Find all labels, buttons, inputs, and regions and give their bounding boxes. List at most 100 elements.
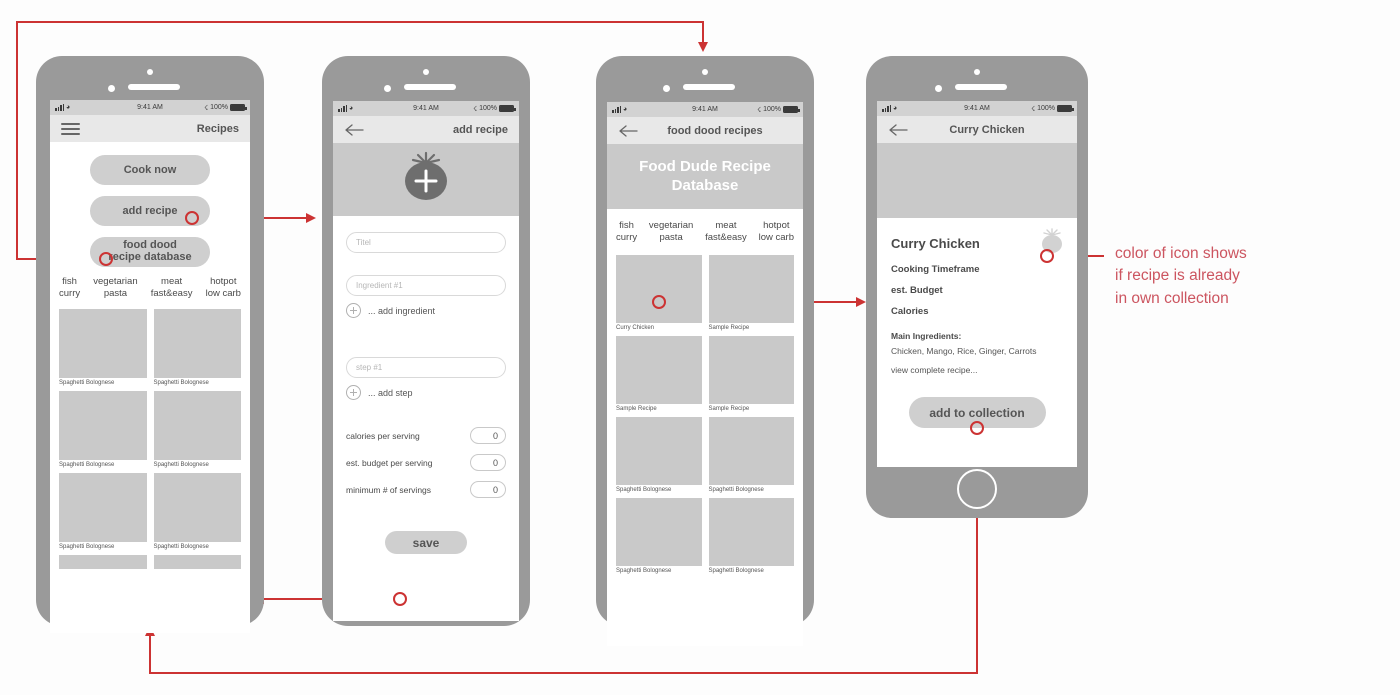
meta-est-budget: est. Budget bbox=[891, 285, 943, 296]
recipe-card[interactable]: Spaghetti Bolognese bbox=[153, 308, 241, 386]
recipe-caption: Spaghetti Bolognese bbox=[59, 379, 115, 386]
back-arrow-icon[interactable] bbox=[344, 123, 364, 137]
step-input[interactable]: step #1 bbox=[346, 357, 506, 378]
recipe-card[interactable]: Sample Recipe bbox=[708, 254, 794, 331]
arrowhead-screen2 bbox=[306, 213, 316, 223]
bluetooth-icon: ☇ bbox=[473, 105, 478, 113]
recipe-thumbnail bbox=[59, 390, 147, 460]
tag-vegetarian-pasta[interactable]: vegetarian pasta bbox=[649, 220, 693, 244]
tag-fish-curry[interactable]: fish curry bbox=[59, 276, 80, 300]
recipe-thumbnail bbox=[153, 472, 241, 542]
screen-add-recipe: ◕ 9:41 AM ☇ 100% add recipe Titel Ingred… bbox=[333, 101, 519, 621]
tag-line1: vegetarian bbox=[93, 276, 138, 287]
title-input[interactable]: Titel bbox=[346, 232, 506, 253]
recipe-card[interactable]: Spaghetti Bolognese bbox=[59, 308, 147, 386]
add-recipe-form: Titel Ingredient #1 ... add ingredient s… bbox=[333, 216, 519, 554]
tag-line2: fast&easy bbox=[150, 287, 193, 299]
recipe-card[interactable]: Sample Recipe bbox=[708, 335, 794, 412]
page-title: add recipe bbox=[452, 123, 508, 136]
battery-icon bbox=[499, 105, 516, 112]
tag-line2: low carb bbox=[758, 231, 794, 243]
meta-calories: Calories bbox=[891, 306, 929, 317]
detail-title-row: Curry Chicken bbox=[891, 228, 1063, 253]
hamburger-icon[interactable] bbox=[61, 122, 80, 135]
recipe-grid: Spaghetti Bolognese Spaghetti Bolognese … bbox=[50, 308, 250, 569]
tag-line2: pasta bbox=[659, 231, 683, 243]
home-button[interactable] bbox=[957, 469, 997, 509]
recipes-body: Cook now add recipe food dood recipe dat… bbox=[50, 142, 250, 569]
recipe-caption: Curry Chicken bbox=[616, 324, 655, 331]
recipe-caption: Spaghetti Bolognese bbox=[616, 567, 672, 574]
budget-input[interactable]: 0 bbox=[470, 454, 506, 471]
servings-input[interactable]: 0 bbox=[470, 481, 506, 498]
recipe-thumbnail bbox=[616, 416, 702, 485]
recipe-caption: Sample Recipe bbox=[708, 324, 750, 331]
tomato-plus-icon[interactable] bbox=[404, 151, 448, 201]
back-arrow-icon[interactable] bbox=[888, 123, 908, 137]
calories-row: calories per serving 0 bbox=[346, 427, 506, 444]
earpiece-speaker bbox=[955, 84, 1007, 90]
ingredient-input[interactable]: Ingredient #1 bbox=[346, 275, 506, 296]
tag-line2: pasta bbox=[103, 287, 128, 299]
recipe-title: Curry Chicken bbox=[891, 235, 980, 251]
detail-body: Curry Chicken Cooking Timeframe est. Bud… bbox=[877, 218, 1077, 428]
tag-meat-fasteasy[interactable]: meat fast&easy bbox=[151, 276, 193, 300]
wireframe-canvas: ◕ 9:41 AM ☇ 100% Recipes Cook now add re… bbox=[0, 0, 1400, 695]
recipe-card[interactable]: Spaghetti Bolognese bbox=[616, 416, 702, 493]
hero-image-area bbox=[877, 143, 1077, 218]
tag-fish-curry[interactable]: fish curry bbox=[616, 220, 637, 244]
recipe-card[interactable]: Spaghetti Bolognese bbox=[708, 416, 794, 493]
tag-hotpot-lowcarb[interactable]: hotpot low carb bbox=[206, 276, 241, 300]
recipe-caption: Spaghetti Bolognese bbox=[616, 486, 672, 493]
servings-row: minimum # of servings 0 bbox=[346, 481, 506, 498]
add-to-collection-button[interactable]: add to collection bbox=[908, 397, 1046, 428]
bluetooth-icon: ☇ bbox=[204, 104, 209, 112]
status-right: ☇ 100% bbox=[757, 106, 800, 114]
add-ingredient-button[interactable]: ... add ingredient bbox=[346, 303, 506, 318]
recipe-card[interactable] bbox=[153, 554, 241, 569]
back-arrow-icon[interactable] bbox=[618, 124, 638, 138]
tag-filter-row: fish curry vegetarian pasta meat fast&ea… bbox=[607, 220, 803, 244]
save-button[interactable]: save bbox=[385, 531, 467, 554]
cook-now-button[interactable]: Cook now bbox=[90, 155, 210, 185]
tag-line1: hotpot bbox=[763, 220, 790, 231]
annotation-line3: in own collection bbox=[1115, 289, 1229, 307]
budget-label: est. budget per serving bbox=[346, 457, 433, 468]
recipe-card[interactable]: Spaghetti Bolognese bbox=[153, 472, 241, 550]
view-complete-recipe-link[interactable]: view complete recipe... bbox=[891, 365, 1063, 375]
ingredients-list: Chicken, Mango, Rice, Ginger, Carrots bbox=[891, 346, 1037, 356]
add-recipe-button[interactable]: add recipe bbox=[90, 196, 210, 226]
status-bar: ◕ 9:41 AM ☇ 100% bbox=[333, 101, 519, 116]
database-button-line2: recipe database bbox=[108, 251, 192, 263]
calories-input[interactable]: 0 bbox=[470, 427, 506, 444]
tag-filter-row: fish curry vegetarian pasta meat fast&ea… bbox=[50, 276, 250, 300]
nav-bar-recipes: Recipes bbox=[50, 115, 250, 142]
recipe-card[interactable]: Spaghetti Bolognese bbox=[708, 497, 794, 574]
nav-bar-detail: Curry Chicken bbox=[877, 116, 1077, 143]
tag-hotpot-lowcarb[interactable]: hotpot low carb bbox=[759, 220, 794, 244]
tag-vegetarian-pasta[interactable]: vegetarian pasta bbox=[93, 276, 137, 300]
annotation-icon-color: color of icon shows if recipe is already… bbox=[1115, 243, 1345, 310]
recipe-caption: Spaghetti Bolognese bbox=[153, 543, 209, 550]
recipe-thumbnail bbox=[153, 554, 241, 569]
recipe-thumbnail bbox=[59, 308, 147, 378]
add-step-button[interactable]: ... add step bbox=[346, 385, 506, 400]
recipe-card[interactable]: Curry Chicken bbox=[616, 254, 702, 331]
recipe-card[interactable]: Sample Recipe bbox=[616, 335, 702, 412]
bluetooth-icon: ☇ bbox=[1031, 105, 1036, 113]
recipe-thumbnail bbox=[59, 554, 147, 569]
recipe-caption: Sample Recipe bbox=[708, 405, 750, 412]
front-camera bbox=[663, 85, 670, 92]
tag-line1: hotpot bbox=[210, 276, 237, 287]
tag-meat-fasteasy[interactable]: meat fast&easy bbox=[705, 220, 747, 244]
recipe-card[interactable]: Spaghetti Bolognese bbox=[616, 497, 702, 574]
recipe-card[interactable]: Spaghetti Bolognese bbox=[59, 390, 147, 468]
recipe-caption: Spaghetti Bolognese bbox=[153, 379, 209, 386]
recipe-card[interactable]: Spaghetti Bolognese bbox=[153, 390, 241, 468]
food-dude-database-button[interactable]: food dood recipe database bbox=[90, 237, 210, 267]
earpiece-speaker bbox=[404, 84, 456, 90]
recipe-card[interactable]: Spaghetti Bolognese bbox=[59, 472, 147, 550]
recipe-card[interactable] bbox=[59, 554, 147, 569]
screen-recipes: ◕ 9:41 AM ☇ 100% Recipes Cook now add re… bbox=[50, 100, 250, 633]
tomato-icon[interactable] bbox=[1041, 228, 1063, 253]
